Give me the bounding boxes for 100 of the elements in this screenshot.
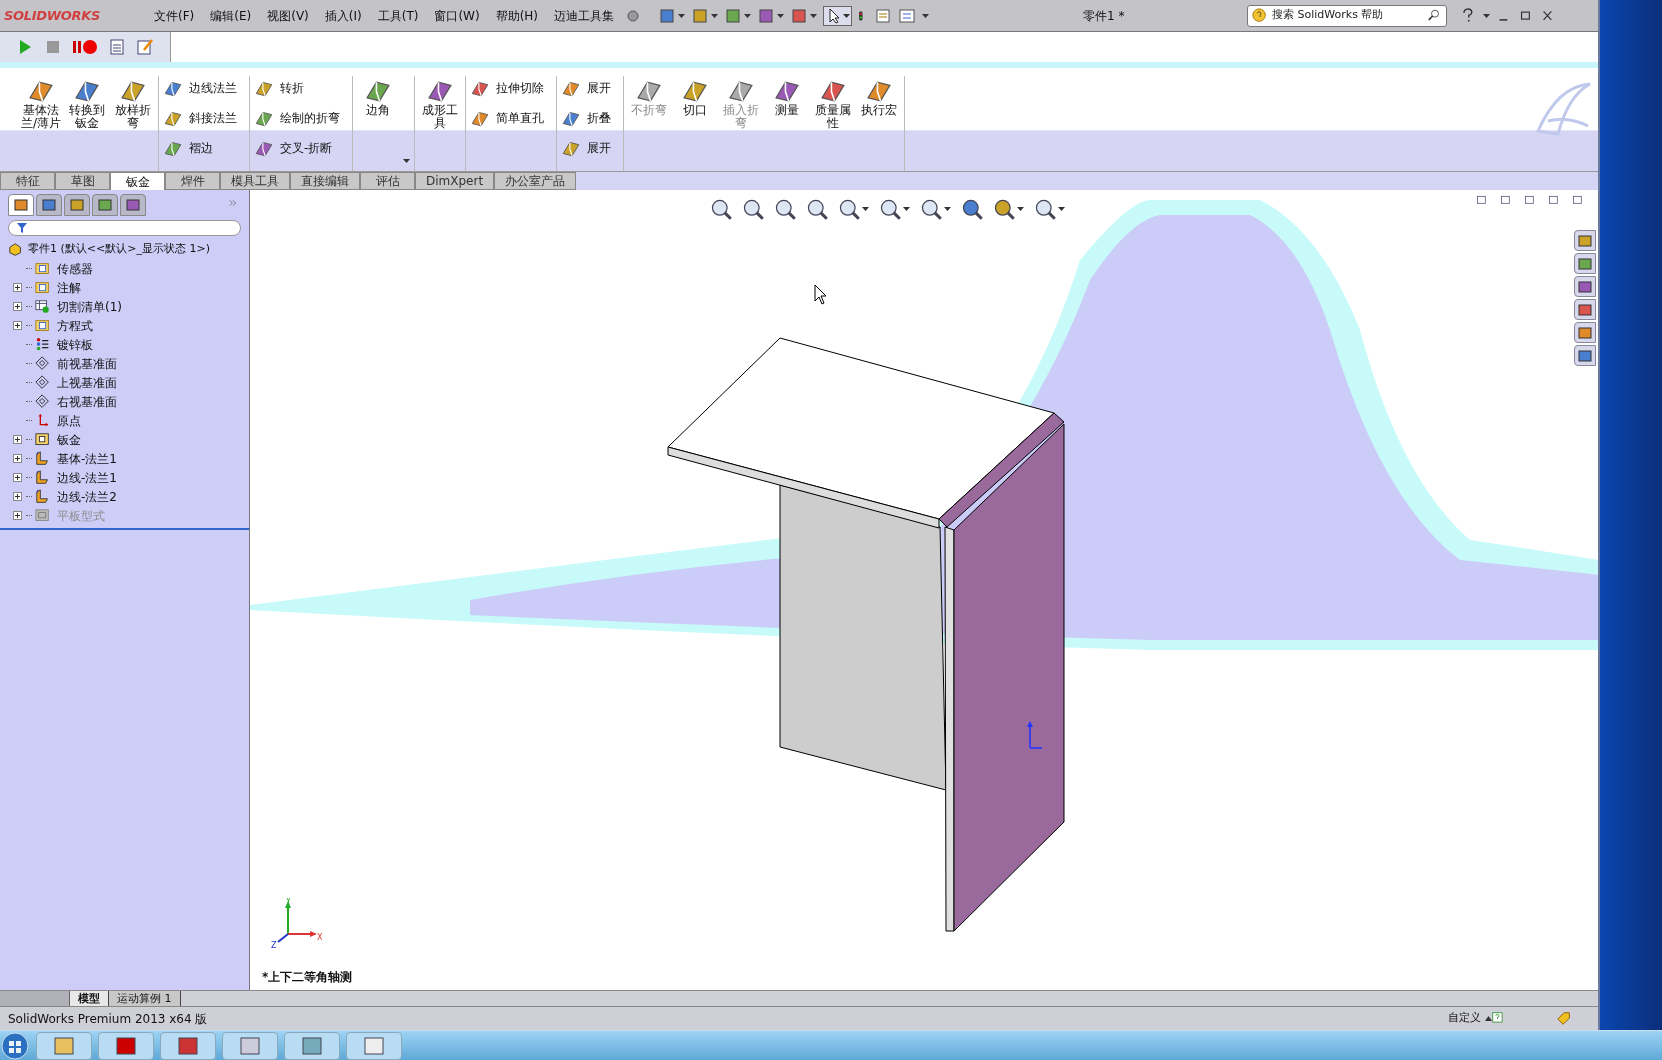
caret-icon[interactable]	[403, 159, 410, 163]
expand-plus-icon[interactable]	[12, 454, 22, 463]
ribbon-button[interactable]: 转换到钣金	[66, 76, 108, 171]
menu-item[interactable]: 编辑(E)	[204, 6, 258, 25]
ribbon-button[interactable]: 基体法兰/薄片	[20, 76, 62, 171]
tree-item[interactable]: 边线-法兰1	[57, 468, 117, 487]
tree-item[interactable]: 原点	[57, 411, 81, 430]
ribbon-button[interactable]: 放样折弯	[112, 76, 154, 171]
tree-item[interactable]: 传感器	[57, 259, 93, 278]
plane-icon	[35, 374, 51, 391]
tree-item[interactable]: 零件1 (默认<<默认>_显示状态 1>)	[28, 241, 210, 258]
panel-tab-icon	[13, 197, 29, 213]
ribbon-button[interactable]: 折叠	[561, 106, 619, 130]
ribbon-button[interactable]: 展开	[561, 76, 619, 100]
expand-plus-icon[interactable]	[12, 321, 22, 330]
ribbon-button[interactable]: 展开	[561, 136, 619, 160]
ribbon-button[interactable]: 成形工具	[419, 76, 461, 171]
command-tab[interactable]: 特征	[0, 172, 55, 190]
caret-icon[interactable]	[843, 13, 851, 18]
caret-icon[interactable]	[922, 13, 930, 18]
panel-tab[interactable]	[8, 194, 34, 216]
tree-item[interactable]: 前视基准面	[57, 354, 117, 373]
caret-icon[interactable]	[1058, 207, 1065, 211]
panel-tab-icon	[97, 197, 113, 213]
ribbon-button[interactable]: 交叉-折断	[254, 136, 348, 160]
command-tab[interactable]: 办公室产品	[494, 172, 577, 190]
command-tab[interactable]: 钣金	[110, 172, 165, 190]
ribbon-button[interactable]: 切口	[674, 76, 716, 171]
tree-item[interactable]: 方程式	[57, 316, 93, 335]
bottom-tab[interactable]: 运动算例 1	[109, 991, 181, 1006]
new-macro-icon[interactable]	[108, 38, 126, 56]
tree-item[interactable]: 基体-法兰1	[57, 449, 117, 468]
caret-icon[interactable]	[903, 207, 910, 211]
tree-item[interactable]: 右视基准面	[57, 392, 117, 411]
menu-item[interactable]: 文件(F)	[148, 6, 201, 25]
menu-item[interactable]: 帮助(H)	[489, 6, 545, 25]
ribbon-button[interactable]: 执行宏	[858, 76, 900, 171]
search-field[interactable]: 搜索 SolidWorks 帮助	[1272, 7, 1425, 24]
status-text: SolidWorks Premium 2013 x64 版	[8, 1010, 208, 1028]
panel-tab[interactable]	[92, 194, 118, 216]
menu-item[interactable]: 工具(T)	[371, 6, 425, 25]
flange-icon	[35, 469, 51, 486]
tree-item[interactable]: 注解	[57, 278, 81, 297]
command-tab[interactable]: 焊件	[165, 172, 220, 190]
caret-icon[interactable]	[862, 207, 869, 211]
menu-item[interactable]: 视图(V)	[261, 6, 315, 25]
menu-item[interactable]: 插入(I)	[318, 6, 368, 25]
caret-icon[interactable]	[810, 13, 818, 18]
caret-icon[interactable]	[1485, 1016, 1492, 1021]
panel-tab[interactable]	[64, 194, 90, 216]
command-tab[interactable]: 草图	[55, 172, 110, 190]
ribbon-button[interactable]: 绘制的折弯	[254, 106, 348, 130]
search-box[interactable]: 搜索 SolidWorks 帮助	[1247, 4, 1448, 27]
expand-plus-icon[interactable]	[12, 492, 22, 501]
command-tab[interactable]: 模具工具	[220, 172, 290, 190]
ribbon-button[interactable]: 边角	[357, 76, 399, 171]
caret-icon[interactable]	[744, 13, 752, 18]
ribbon-button[interactable]: 测量	[766, 76, 808, 171]
menu-item[interactable]: 窗口(W)	[428, 6, 486, 25]
part-icon	[8, 241, 24, 258]
expand-plus-icon[interactable]	[12, 473, 22, 482]
start-button-icon[interactable]	[0, 1030, 30, 1060]
panel-tab[interactable]	[120, 194, 146, 216]
origin-marker-icon	[1024, 720, 1044, 752]
ribbon-button[interactable]: 简单直孔	[470, 106, 552, 130]
ribbon-button[interactable]: 质量属性	[812, 76, 854, 171]
caret-icon[interactable]	[1017, 207, 1024, 211]
filter-field[interactable]	[8, 220, 241, 236]
command-tab[interactable]: 直接编辑	[290, 172, 360, 190]
caret-icon[interactable]	[711, 13, 719, 18]
menu-item[interactable]: 迈迪工具集	[548, 6, 621, 25]
ribbon-button[interactable]: 转折	[254, 76, 348, 100]
caret-icon[interactable]	[777, 13, 785, 18]
ribbon-button[interactable]: 褶边	[163, 136, 245, 160]
tree-item[interactable]: 边线-法兰2	[57, 487, 117, 506]
caret-icon[interactable]	[1483, 13, 1491, 18]
tree-item[interactable]: 镀锌板	[57, 335, 93, 354]
flat-pattern-icon	[35, 507, 51, 524]
tree-item[interactable]: 上视基准面	[57, 373, 117, 392]
tree-item[interactable]: 钣金	[57, 430, 81, 449]
expand-plus-icon[interactable]	[12, 283, 22, 292]
cut-list-icon	[35, 298, 51, 315]
caret-icon[interactable]	[678, 13, 686, 18]
edit-macro-icon[interactable]	[136, 38, 154, 56]
zoom-fit-icon[interactable]	[710, 198, 732, 220]
tree-item[interactable]: 切割清单(1)	[57, 297, 122, 316]
bottom-tab[interactable]: 模型	[70, 991, 109, 1006]
expand-plus-icon[interactable]	[12, 435, 22, 444]
ribbon-button[interactable]: 边线法兰	[163, 76, 245, 100]
command-tab[interactable]: DimXpert	[415, 172, 495, 190]
panel-tab-icon	[41, 197, 57, 213]
expand-plus-icon[interactable]	[12, 302, 22, 311]
tag-icon[interactable]	[1556, 1010, 1572, 1027]
record-icon[interactable]	[72, 38, 98, 56]
ribbon-button[interactable]: 斜接法兰	[163, 106, 245, 130]
units-selector[interactable]: 自定义	[1448, 1010, 1481, 1027]
command-tab[interactable]: 评估	[360, 172, 415, 190]
ribbon-button[interactable]: 拉伸切除	[470, 76, 552, 100]
caret-icon[interactable]	[944, 207, 951, 211]
panel-tab[interactable]	[36, 194, 62, 216]
